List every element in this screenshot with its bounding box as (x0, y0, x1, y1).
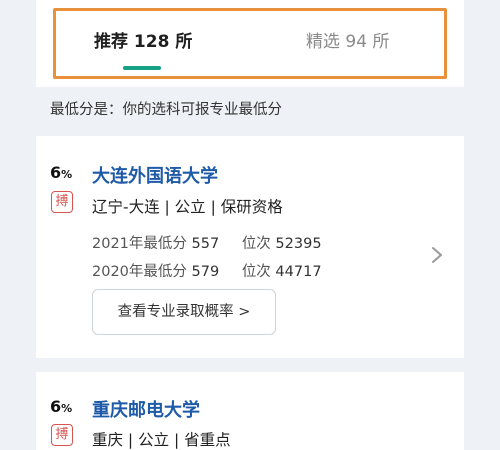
tab-bar: 推荐 128 所 精选 94 所 (36, 0, 464, 87)
active-tab-indicator (123, 66, 161, 70)
probability-unit: % (61, 402, 73, 415)
university-meta: 重庆 | 公立 | 省重点 (92, 431, 231, 449)
university-card[interactable]: 6% 搏 大连外国语大学 辽宁-大连 | 公立 | 保研资格 2021年最低分 … (36, 136, 464, 358)
rank-label: 位次 (241, 236, 271, 252)
tab-recommend[interactable]: 推荐 128 所 (94, 27, 192, 52)
page: 推荐 128 所 精选 94 所 最低分是：你的选科可报专业最低分 6% 搏 大… (36, 0, 464, 450)
risk-badge: 搏 (51, 191, 73, 213)
rank-label: 位次 (241, 264, 271, 280)
min-score: 557 (191, 236, 220, 252)
probability-value: 6 (50, 163, 62, 182)
year-label: 2020年最低分 (92, 264, 187, 280)
tab-featured[interactable]: 精选 94 所 (306, 27, 389, 52)
university-name[interactable]: 大连外国语大学 (92, 162, 218, 188)
admission-probability: 6% (50, 397, 72, 416)
probability-unit: % (61, 168, 73, 181)
university-meta: 辽宁-大连 | 公立 | 保研资格 (92, 198, 283, 216)
view-major-probability-button[interactable]: 查看专业录取概率 > (92, 289, 276, 335)
min-score-hint: 最低分是：你的选科可报专业最低分 (50, 102, 282, 118)
risk-badge: 搏 (51, 424, 73, 446)
score-row-2021: 2021年最低分 557 位次 52395 (92, 232, 322, 253)
rank-value: 44717 (275, 264, 322, 280)
chevron-right-icon[interactable] (428, 244, 446, 266)
year-label: 2021年最低分 (92, 236, 187, 252)
probability-value: 6 (50, 397, 62, 416)
university-card[interactable]: 6% 搏 重庆邮电大学 重庆 | 公立 | 省重点 (36, 372, 464, 450)
rank-value: 52395 (275, 236, 322, 252)
admission-probability: 6% (50, 163, 72, 182)
score-row-2020: 2020年最低分 579 位次 44717 (92, 260, 322, 281)
min-score: 579 (191, 264, 220, 280)
university-name[interactable]: 重庆邮电大学 (92, 396, 200, 422)
